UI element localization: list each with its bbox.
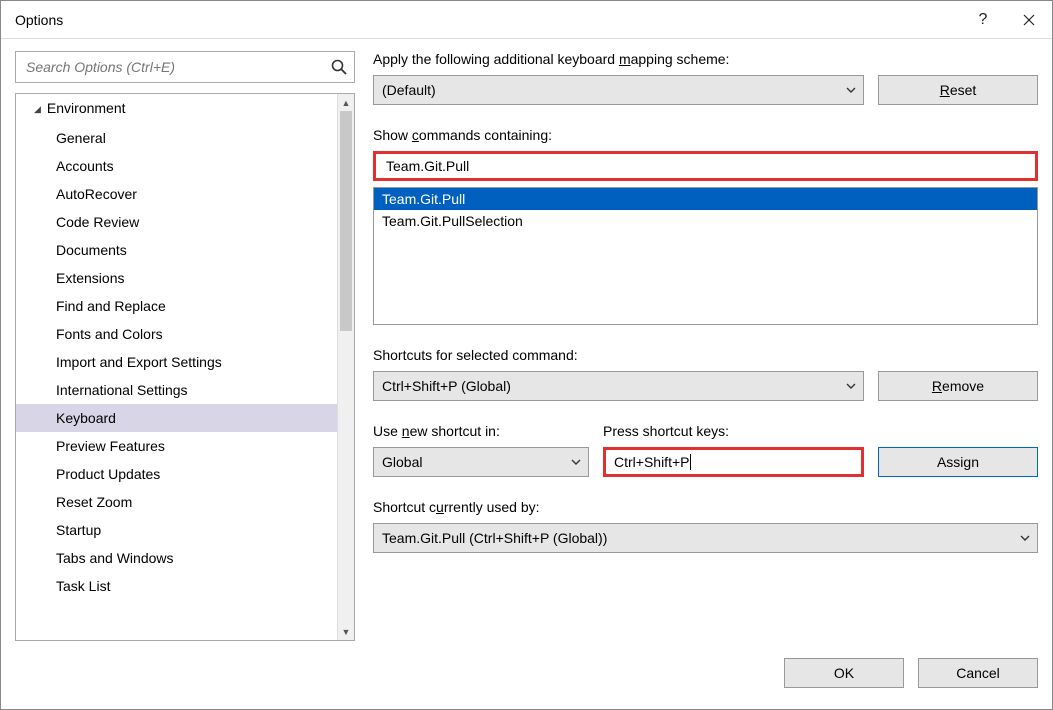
titlebar: Options ? [1,1,1052,39]
tree-node-keyboard[interactable]: Keyboard [16,404,337,432]
used-by-dropdown[interactable]: Team.Git.Pull (Ctrl+Shift+P (Global)) [373,523,1038,553]
tree-node-startup[interactable]: Startup [16,516,337,544]
cancel-button[interactable]: Cancel [918,658,1038,688]
tree-scrollbar[interactable]: ▲ ▼ [337,94,354,640]
shortcuts-row: Ctrl+Shift+P (Global) Remove [373,371,1038,401]
list-item[interactable]: Team.Git.PullSelection [374,210,1037,232]
shortcut-input-row: Global Ctrl+Shift+P Assign [373,447,1038,477]
used-by-value: Team.Git.Pull (Ctrl+Shift+P (Global)) [382,530,607,546]
chevron-down-icon [845,380,857,392]
tree-node-preview-features[interactable]: Preview Features [16,432,337,460]
tree-node-documents[interactable]: Documents [16,236,337,264]
tree-node-tabs-windows[interactable]: Tabs and Windows [16,544,337,572]
press-keys-label: Press shortcut keys: [603,423,864,439]
ok-button[interactable]: OK [784,658,904,688]
options-tree-container: Environment General Accounts AutoRecover… [15,93,355,641]
press-shortcut-value: Ctrl+Shift+P [614,454,689,470]
tree-node-fonts-colors[interactable]: Fonts and Colors [16,320,337,348]
window-title: Options [15,12,960,28]
tree-node-environment[interactable]: Environment [16,94,337,124]
remove-button[interactable]: Remove [878,371,1038,401]
assign-button[interactable]: Assign [878,447,1038,477]
tree-node-general[interactable]: General [16,124,337,152]
left-pane: Environment General Accounts AutoRecover… [15,51,355,641]
press-shortcut-input[interactable]: Ctrl+Shift+P [603,447,864,477]
reset-button[interactable]: Reset [878,75,1038,105]
shortcuts-selected-label: Shortcuts for selected command: [373,347,1038,363]
tree-node-accounts[interactable]: Accounts [16,152,337,180]
content-area: Environment General Accounts AutoRecover… [1,39,1052,649]
mapping-scheme-dropdown[interactable]: (Default) [373,75,864,105]
shortcuts-value: Ctrl+Shift+P (Global) [382,378,511,394]
close-icon [1023,14,1035,26]
list-item[interactable]: Team.Git.Pull [374,188,1037,210]
scroll-down-arrow-icon[interactable]: ▼ [338,623,354,640]
use-new-shortcut-dropdown[interactable]: Global [373,447,589,477]
options-tree[interactable]: Environment General Accounts AutoRecover… [16,94,337,640]
use-new-shortcut-label: Use new shortcut in: [373,423,589,439]
scroll-up-arrow-icon[interactable]: ▲ [338,94,354,111]
scroll-thumb[interactable] [340,111,352,331]
tree-node-product-updates[interactable]: Product Updates [16,460,337,488]
text-cursor [690,454,691,470]
used-by-label: Shortcut currently used by: [373,499,1038,515]
tree-node-international[interactable]: International Settings [16,376,337,404]
tree-node-autorecover[interactable]: AutoRecover [16,180,337,208]
help-button[interactable]: ? [960,1,1006,39]
chevron-down-icon [845,84,857,96]
tree-node-import-export[interactable]: Import and Export Settings [16,348,337,376]
show-commands-input[interactable] [373,151,1038,181]
tree-node-task-list[interactable]: Task List [16,572,337,600]
tree-node-code-review[interactable]: Code Review [16,208,337,236]
search-icon [330,58,348,76]
options-dialog: Options ? Environment General Accounts A… [0,0,1053,710]
use-new-shortcut-value: Global [382,454,422,470]
shortcuts-dropdown[interactable]: Ctrl+Shift+P (Global) [373,371,864,401]
tree-node-find-replace[interactable]: Find and Replace [16,292,337,320]
chevron-down-icon [1019,532,1031,544]
close-button[interactable] [1006,1,1052,39]
chevron-down-icon [570,456,582,468]
search-input[interactable] [24,58,324,76]
mapping-scheme-row: (Default) Reset [373,75,1038,105]
dialog-footer: OK Cancel [1,649,1052,709]
search-options-box[interactable] [15,51,355,83]
tree-node-reset-zoom[interactable]: Reset Zoom [16,488,337,516]
show-commands-field[interactable] [384,157,1027,175]
commands-listbox[interactable]: Team.Git.Pull Team.Git.PullSelection [373,187,1038,325]
mapping-scheme-label: Apply the following additional keyboard … [373,51,1038,67]
shortcut-input-labels-row: Use new shortcut in: Press shortcut keys… [373,423,1038,441]
tree-node-extensions[interactable]: Extensions [16,264,337,292]
show-commands-label: Show commands containing: [373,127,1038,143]
keyboard-settings-pane: Apply the following additional keyboard … [373,51,1038,641]
mapping-scheme-value: (Default) [382,82,436,98]
